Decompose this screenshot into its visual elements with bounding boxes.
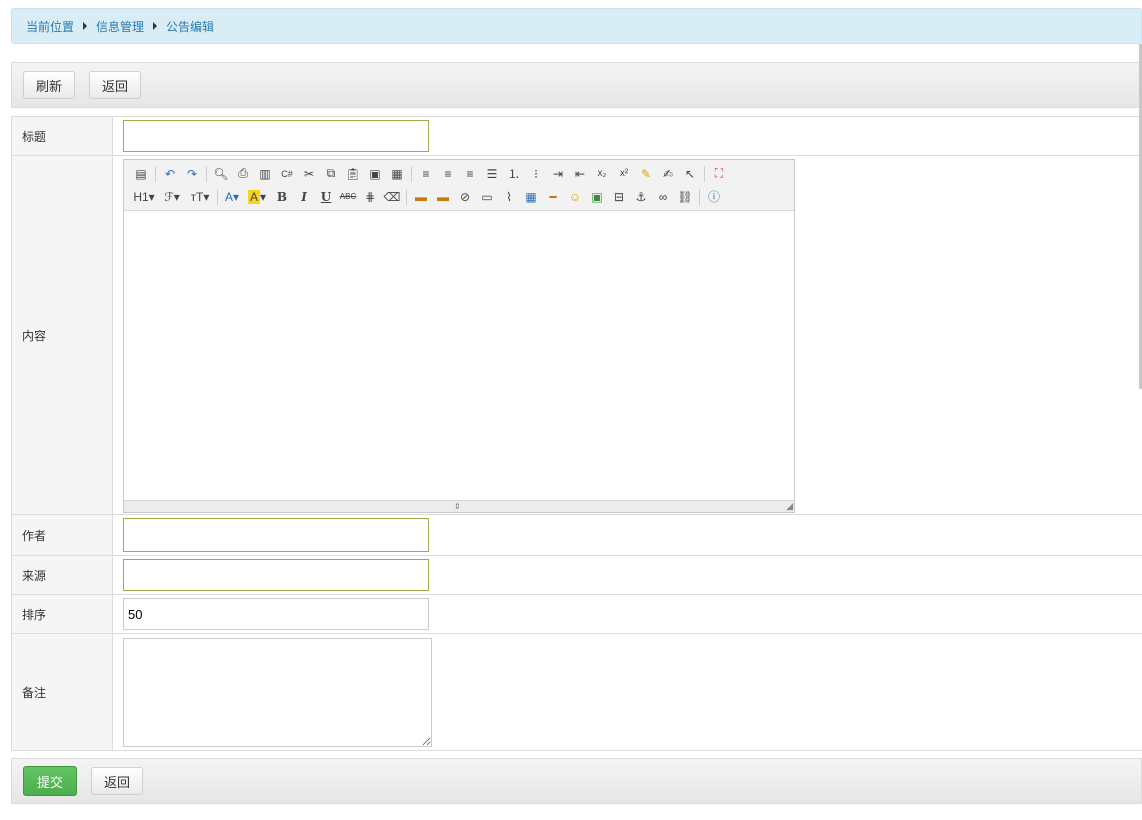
undo-icon[interactable]: ↶ bbox=[159, 164, 181, 184]
title-row: 标题 bbox=[11, 117, 1142, 156]
font-family-icon[interactable]: ℱ▾ bbox=[158, 187, 186, 207]
link-icon[interactable]: ∞ bbox=[652, 187, 674, 207]
align-left-icon[interactable]: ≡ bbox=[415, 164, 437, 184]
submit-button[interactable]: 提交 bbox=[23, 766, 78, 796]
author-label: 作者 bbox=[12, 515, 113, 555]
paste-text-icon[interactable]: ▣ bbox=[364, 164, 386, 184]
code-icon[interactable]: C# bbox=[276, 164, 298, 184]
redo-icon[interactable]: ↷ bbox=[181, 164, 203, 184]
refresh-button[interactable]: 刷新 bbox=[23, 71, 76, 99]
caret-right-icon bbox=[83, 22, 88, 30]
emoticon-icon[interactable]: ☺ bbox=[564, 187, 586, 207]
edit-form: 标题 内容 ▤ ↶ ↷ 🔍︎ ⎙ ▥ C# ✂ ⧉ 📋︎ ▣ ▦ ≡ ≡ ≡ ☰… bbox=[11, 116, 1142, 751]
breadcrumb-item[interactable]: 信息管理 bbox=[96, 18, 144, 35]
editor-resize-bar[interactable]: ⇕ ◢ bbox=[124, 500, 794, 512]
print-icon[interactable]: ⎙ bbox=[232, 164, 254, 184]
title-label: 标题 bbox=[12, 117, 113, 155]
font-color-icon[interactable]: A▾ bbox=[221, 187, 243, 207]
help-icon[interactable]: ⓘ bbox=[703, 187, 725, 207]
hr-icon[interactable]: ━ bbox=[542, 187, 564, 207]
remark-textarea[interactable] bbox=[123, 637, 432, 747]
remark-label: 备注 bbox=[12, 634, 113, 750]
rich-text-editor: ▤ ↶ ↷ 🔍︎ ⎙ ▥ C# ✂ ⧉ 📋︎ ▣ ▦ ≡ ≡ ≡ ☰ ⒈ ⁝ ⇥… bbox=[123, 159, 795, 513]
strikethrough-icon[interactable]: ABC bbox=[337, 187, 359, 207]
order-input[interactable] bbox=[123, 598, 429, 630]
bold-icon[interactable]: B bbox=[271, 187, 293, 207]
template-icon[interactable]: ▥ bbox=[254, 164, 276, 184]
image-icon[interactable]: ▬ bbox=[410, 187, 432, 207]
caret-right-icon bbox=[153, 22, 158, 30]
resize-corner-icon[interactable]: ◢ bbox=[786, 501, 793, 512]
multi-image-icon[interactable]: ▬ bbox=[432, 187, 454, 207]
author-input[interactable] bbox=[123, 518, 429, 552]
font-size-icon[interactable]: ᴛT▾ bbox=[186, 187, 214, 207]
fullscreen-icon[interactable]: ⛶ bbox=[708, 164, 730, 184]
highlight-color-icon[interactable]: A ▾ bbox=[243, 187, 271, 207]
back-button[interactable]: 返回 bbox=[91, 767, 144, 795]
bottom-toolbar: 提交 返回 bbox=[11, 758, 1142, 804]
anchor-icon[interactable]: ⚓︎ bbox=[630, 187, 652, 207]
source-icon[interactable]: ▤ bbox=[130, 164, 152, 184]
outdent-icon[interactable]: ⇤ bbox=[569, 164, 591, 184]
unordered-list-icon[interactable]: ⁝ bbox=[525, 164, 547, 184]
unlink-icon[interactable]: ⛓ bbox=[674, 187, 696, 207]
paste-icon[interactable]: 📋︎ bbox=[342, 164, 364, 184]
table-icon[interactable]: ▦ bbox=[520, 187, 542, 207]
clear-format-icon[interactable]: ✎ bbox=[635, 164, 657, 184]
remark-row: 备注 bbox=[11, 634, 1142, 751]
source-row: 来源 bbox=[11, 556, 1142, 595]
baidu-map-icon[interactable]: ▣ bbox=[586, 187, 608, 207]
content-row: 内容 ▤ ↶ ↷ 🔍︎ ⎙ ▥ C# ✂ ⧉ 📋︎ ▣ ▦ ≡ ≡ ≡ ☰ ⒈ … bbox=[11, 156, 1142, 515]
heading-icon[interactable]: H1 ▾ bbox=[130, 187, 158, 207]
page-break-icon[interactable]: ⊟ bbox=[608, 187, 630, 207]
indent-icon[interactable]: ⇥ bbox=[547, 164, 569, 184]
line-height-icon[interactable]: ⋕ bbox=[359, 187, 381, 207]
align-center-icon[interactable]: ≡ bbox=[437, 164, 459, 184]
title-input[interactable] bbox=[123, 120, 429, 152]
copy-icon[interactable]: ⧉ bbox=[320, 164, 342, 184]
breadcrumb-item[interactable]: 公告编辑 bbox=[166, 18, 214, 35]
underline-icon[interactable]: U bbox=[315, 187, 337, 207]
author-row: 作者 bbox=[11, 515, 1142, 556]
order-row: 排序 bbox=[11, 595, 1142, 634]
cut-icon[interactable]: ✂ bbox=[298, 164, 320, 184]
source-input[interactable] bbox=[123, 559, 429, 591]
flash-icon[interactable]: ⊘ bbox=[454, 187, 476, 207]
drag-handle-icon[interactable]: ⇕ bbox=[454, 503, 461, 511]
top-toolbar: 刷新 返回 bbox=[11, 62, 1142, 108]
source-label: 来源 bbox=[12, 556, 113, 594]
content-label: 内容 bbox=[12, 156, 113, 514]
media-icon[interactable]: ▭ bbox=[476, 187, 498, 207]
attachment-icon[interactable]: ⌇ bbox=[498, 187, 520, 207]
editor-toolbar: ▤ ↶ ↷ 🔍︎ ⎙ ▥ C# ✂ ⧉ 📋︎ ▣ ▦ ≡ ≡ ≡ ☰ ⒈ ⁝ ⇥… bbox=[124, 160, 794, 211]
ordered-list-icon[interactable]: ⒈ bbox=[503, 164, 525, 184]
italic-icon[interactable]: I bbox=[293, 187, 315, 207]
order-label: 排序 bbox=[12, 595, 113, 633]
paste-word-icon[interactable]: ▦ bbox=[386, 164, 408, 184]
superscript-icon[interactable]: x² bbox=[613, 164, 635, 184]
quick-format-icon[interactable]: ✍ bbox=[657, 164, 679, 184]
breadcrumb: 当前位置 信息管理 公告编辑 bbox=[11, 8, 1142, 44]
remove-format-icon[interactable]: ⌫ bbox=[381, 187, 403, 207]
preview-icon[interactable]: 🔍︎ bbox=[210, 164, 232, 184]
editor-content-area[interactable] bbox=[124, 211, 794, 500]
subscript-icon[interactable]: x₂ bbox=[591, 164, 613, 184]
align-right-icon[interactable]: ≡ bbox=[459, 164, 481, 184]
select-all-icon[interactable]: ↖ bbox=[679, 164, 701, 184]
breadcrumb-item[interactable]: 当前位置 bbox=[26, 18, 74, 35]
align-justify-icon[interactable]: ☰ bbox=[481, 164, 503, 184]
back-button[interactable]: 返回 bbox=[89, 71, 142, 99]
